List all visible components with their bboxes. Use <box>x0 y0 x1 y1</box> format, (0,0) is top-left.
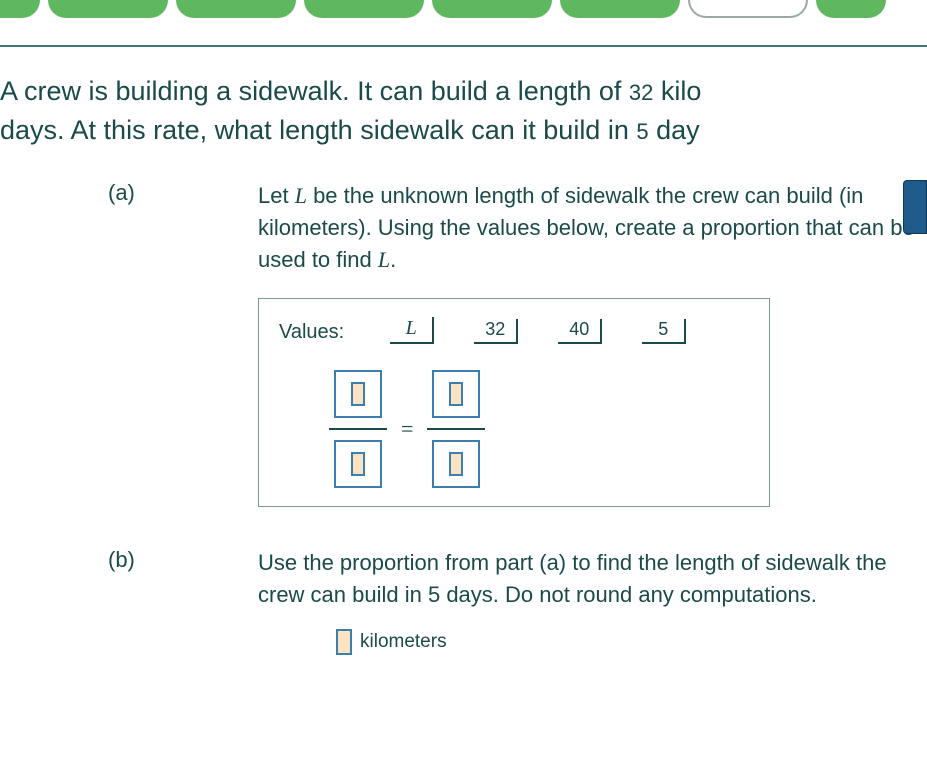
proportion-builder: = <box>329 370 749 488</box>
section-divider <box>0 45 927 47</box>
numerator-left-slot[interactable] <box>334 370 382 418</box>
instr-fragment: be the unknown length of sidewalk the cr… <box>258 183 915 272</box>
answer-unit: kilometers <box>360 631 447 653</box>
progress-pill[interactable] <box>176 0 296 18</box>
fraction-bar <box>329 428 387 430</box>
fraction-right <box>427 370 485 488</box>
values-panel: Values: L 32 40 5 = <box>258 298 770 507</box>
fraction-left <box>329 370 387 488</box>
value-chip-40[interactable]: 40 <box>558 319 602 344</box>
progress-pill[interactable] <box>816 0 886 18</box>
question-fragment: days. At this rate, what length sidewalk… <box>0 115 636 145</box>
progress-pill[interactable] <box>0 0 40 18</box>
values-label: Values: <box>279 321 344 344</box>
progress-pill[interactable] <box>304 0 424 18</box>
input-slot-icon <box>449 382 463 406</box>
equals-sign: = <box>401 416 413 442</box>
variable-l: L <box>295 183 307 208</box>
numerator-right-slot[interactable] <box>432 370 480 418</box>
denominator-right-slot[interactable] <box>432 440 480 488</box>
question-fragment: day <box>649 115 700 145</box>
question-fragment: kilo <box>653 76 701 106</box>
fraction-bar <box>427 428 485 430</box>
part-a-instructions: Let L be the unknown length of sidewalk … <box>258 180 927 276</box>
value-chip-l[interactable]: L <box>390 317 434 344</box>
part-a-label: (a) <box>108 180 258 206</box>
progress-pill[interactable] <box>432 0 552 18</box>
question-fragment: A crew is building a sidewalk. It can bu… <box>0 76 629 106</box>
progress-pill-row <box>0 0 927 30</box>
value-chip-32[interactable]: 32 <box>474 319 518 344</box>
input-slot-icon <box>351 452 365 476</box>
progress-pill[interactable] <box>48 0 168 18</box>
input-slot-icon <box>351 382 365 406</box>
part-b-instructions: Use the proportion from part (a) to find… <box>258 547 927 611</box>
progress-pill-current[interactable] <box>688 0 808 18</box>
question-value-3: 5 <box>636 119 648 144</box>
answer-row: kilometers <box>336 629 927 655</box>
part-b-label: (b) <box>108 547 258 573</box>
instr-fragment: . <box>390 247 396 272</box>
answer-input[interactable] <box>336 629 352 655</box>
variable-l: L <box>378 247 390 272</box>
input-slot-icon <box>449 452 463 476</box>
value-chip-5[interactable]: 5 <box>642 319 686 344</box>
question-text: A crew is building a sidewalk. It can bu… <box>0 72 927 150</box>
question-value-1: 32 <box>629 80 653 105</box>
denominator-left-slot[interactable] <box>334 440 382 488</box>
hint-button[interactable] <box>903 180 927 234</box>
instr-fragment: Let <box>258 183 295 208</box>
part-b: (b) Use the proportion from part (a) to … <box>108 547 927 655</box>
part-a: (a) Let L be the unknown length of sidew… <box>108 180 927 507</box>
progress-pill[interactable] <box>560 0 680 18</box>
